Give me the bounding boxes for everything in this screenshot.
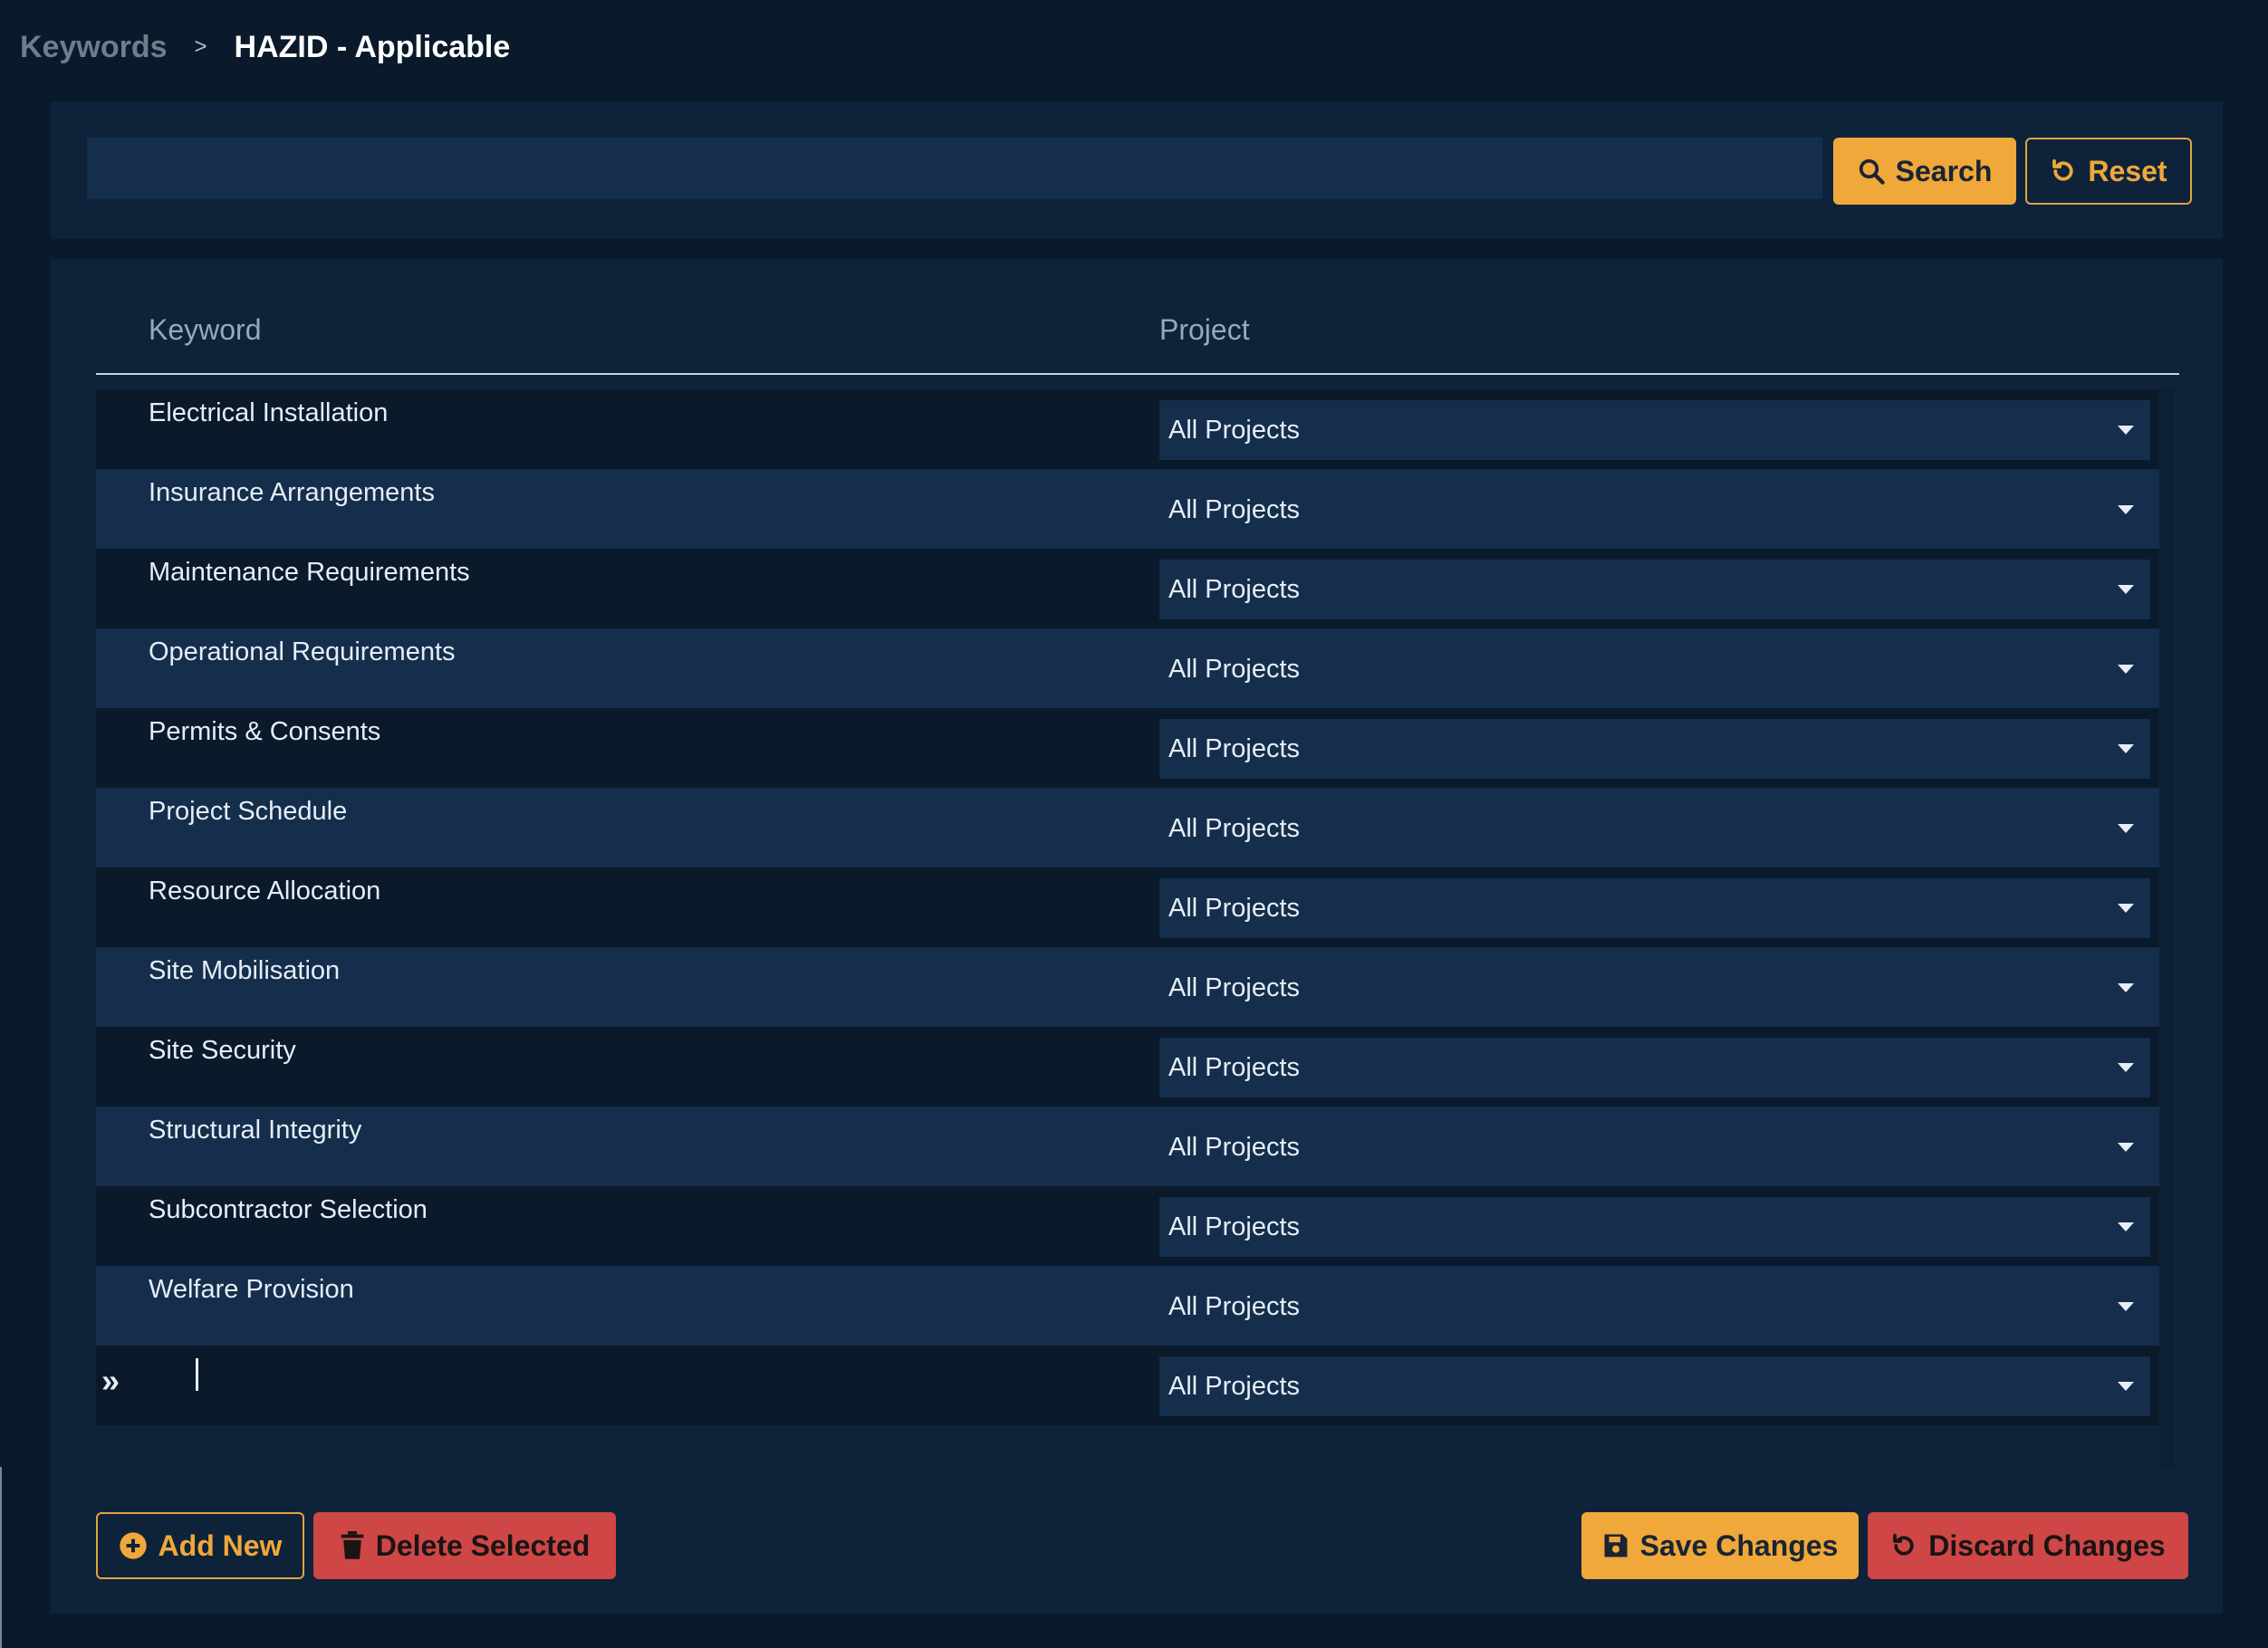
keyword-cell[interactable]: Structural Integrity: [149, 1116, 361, 1145]
search-input[interactable]: [87, 138, 1822, 199]
search-button-label: Search: [1895, 154, 1993, 187]
keyword-cell[interactable]: Subcontractor Selection: [149, 1195, 428, 1225]
project-select-value: All Projects: [1168, 1371, 1301, 1401]
project-select-value: All Projects: [1168, 1291, 1301, 1321]
project-select-value: All Projects: [1168, 415, 1301, 445]
save-changes-label: Save Changes: [1639, 1528, 1839, 1562]
search-panel: Search Reset: [51, 101, 2223, 239]
table-row[interactable]: Site Security All Projects: [96, 1027, 2159, 1107]
new-keyword-input-cursor[interactable]: [196, 1358, 198, 1391]
table-row[interactable]: Electrical Installation All Projects: [96, 389, 2159, 469]
chevron-down-icon: [2118, 505, 2134, 514]
chevron-down-icon: [2118, 426, 2134, 435]
page-title: HAZID - Applicable: [234, 29, 511, 64]
project-select-value: All Projects: [1168, 1132, 1301, 1162]
chevron-down-icon: [2118, 1302, 2134, 1311]
project-select-value: All Projects: [1168, 494, 1301, 524]
table-row[interactable]: Resource Allocation All Projects: [96, 867, 2159, 947]
floppy-disk-icon: [1602, 1532, 1629, 1559]
project-select-value: All Projects: [1168, 1052, 1301, 1082]
table-row[interactable]: Structural Integrity All Projects: [96, 1107, 2159, 1186]
project-select[interactable]: All Projects: [1159, 1038, 2150, 1097]
discard-changes-button[interactable]: Discard Changes: [1868, 1512, 2188, 1579]
table-row[interactable]: Operational Requirements All Projects: [96, 628, 2159, 708]
table-header: Keyword Project: [96, 313, 2179, 375]
keyword-cell[interactable]: Resource Allocation: [149, 877, 380, 906]
keywords-table-panel: Keyword Project Electrical Installation …: [51, 259, 2223, 1614]
project-select[interactable]: All Projects: [1159, 719, 2150, 779]
chevron-down-icon: [2118, 744, 2134, 753]
project-select[interactable]: All Projects: [1159, 639, 2150, 699]
table-scrollbar[interactable]: [2161, 389, 2174, 1467]
discard-changes-label: Discard Changes: [1928, 1528, 2166, 1562]
keyword-cell[interactable]: Project Schedule: [149, 797, 347, 827]
add-new-label: Add New: [158, 1528, 283, 1562]
chevron-down-icon: [2118, 904, 2134, 913]
chevron-down-icon: [2118, 1063, 2134, 1072]
chevron-down-icon: [2118, 983, 2134, 992]
project-select[interactable]: All Projects: [1159, 1117, 2150, 1177]
keyword-cell[interactable]: Site Security: [149, 1036, 296, 1066]
new-row[interactable]: » All Projects: [96, 1346, 2159, 1425]
table-row[interactable]: Site Mobilisation All Projects: [96, 947, 2159, 1027]
keyword-cell[interactable]: Permits & Consents: [149, 717, 380, 747]
project-select[interactable]: All Projects: [1159, 560, 2150, 619]
project-select-value: All Projects: [1168, 654, 1301, 684]
project-select[interactable]: All Projects: [1159, 400, 2150, 460]
plus-circle-icon: [119, 1531, 148, 1560]
chevron-down-icon: [2118, 585, 2134, 594]
search-button[interactable]: Search: [1833, 138, 2016, 205]
chevron-down-icon: [2118, 1222, 2134, 1231]
chevron-down-icon: [2118, 665, 2134, 674]
table-row[interactable]: Subcontractor Selection All Projects: [96, 1186, 2159, 1266]
table-row[interactable]: Maintenance Requirements All Projects: [96, 549, 2159, 628]
project-select[interactable]: All Projects: [1159, 878, 2150, 938]
trash-icon: [340, 1531, 365, 1560]
column-header-project[interactable]: Project: [1159, 313, 1250, 347]
table-row[interactable]: Project Schedule All Projects: [96, 788, 2159, 867]
window-edge-divider: [0, 1467, 2, 1648]
table-body: Electrical Installation All Projects Ins…: [96, 389, 2159, 1425]
project-select-value: All Projects: [1168, 813, 1301, 843]
chevron-down-icon: [2118, 824, 2134, 833]
project-select[interactable]: All Projects: [1159, 799, 2150, 858]
keyword-cell[interactable]: Welfare Provision: [149, 1275, 354, 1305]
table-row[interactable]: Insurance Arrangements All Projects: [96, 469, 2159, 549]
project-select[interactable]: All Projects: [1159, 1356, 2150, 1416]
column-header-keyword[interactable]: Keyword: [149, 313, 262, 347]
reset-button-label: Reset: [2088, 154, 2167, 187]
project-select[interactable]: All Projects: [1159, 1197, 2150, 1257]
project-select-value: All Projects: [1168, 1212, 1301, 1241]
new-row-marker-icon: »: [101, 1362, 120, 1399]
project-select-value: All Projects: [1168, 973, 1301, 1002]
project-select[interactable]: All Projects: [1159, 1277, 2150, 1337]
project-select-value: All Projects: [1168, 893, 1301, 923]
project-select[interactable]: All Projects: [1159, 958, 2150, 1018]
undo-icon: [2050, 158, 2077, 185]
breadcrumb-separator: >: [194, 34, 207, 59]
table-row[interactable]: Welfare Provision All Projects: [96, 1266, 2159, 1346]
delete-selected-button[interactable]: Delete Selected: [313, 1512, 616, 1579]
table-row[interactable]: Permits & Consents All Projects: [96, 708, 2159, 788]
save-changes-button[interactable]: Save Changes: [1581, 1512, 1859, 1579]
breadcrumb-root-link[interactable]: Keywords: [20, 30, 168, 65]
undo-icon: [1890, 1532, 1917, 1559]
keyword-cell[interactable]: Electrical Installation: [149, 398, 388, 428]
search-icon: [1858, 158, 1885, 185]
breadcrumb: Keywords > HAZID - Applicable: [20, 25, 510, 69]
add-new-button[interactable]: Add New: [96, 1512, 304, 1579]
project-select-value: All Projects: [1168, 733, 1301, 763]
project-select[interactable]: All Projects: [1159, 480, 2150, 540]
keyword-cell[interactable]: Maintenance Requirements: [149, 558, 470, 588]
keyword-cell[interactable]: Insurance Arrangements: [149, 478, 435, 508]
reset-button[interactable]: Reset: [2025, 138, 2192, 205]
project-select-value: All Projects: [1168, 574, 1301, 604]
keyword-cell[interactable]: Site Mobilisation: [149, 956, 340, 986]
keyword-cell[interactable]: Operational Requirements: [149, 637, 456, 667]
chevron-down-icon: [2118, 1382, 2134, 1391]
delete-selected-label: Delete Selected: [375, 1528, 591, 1562]
chevron-down-icon: [2118, 1143, 2134, 1152]
